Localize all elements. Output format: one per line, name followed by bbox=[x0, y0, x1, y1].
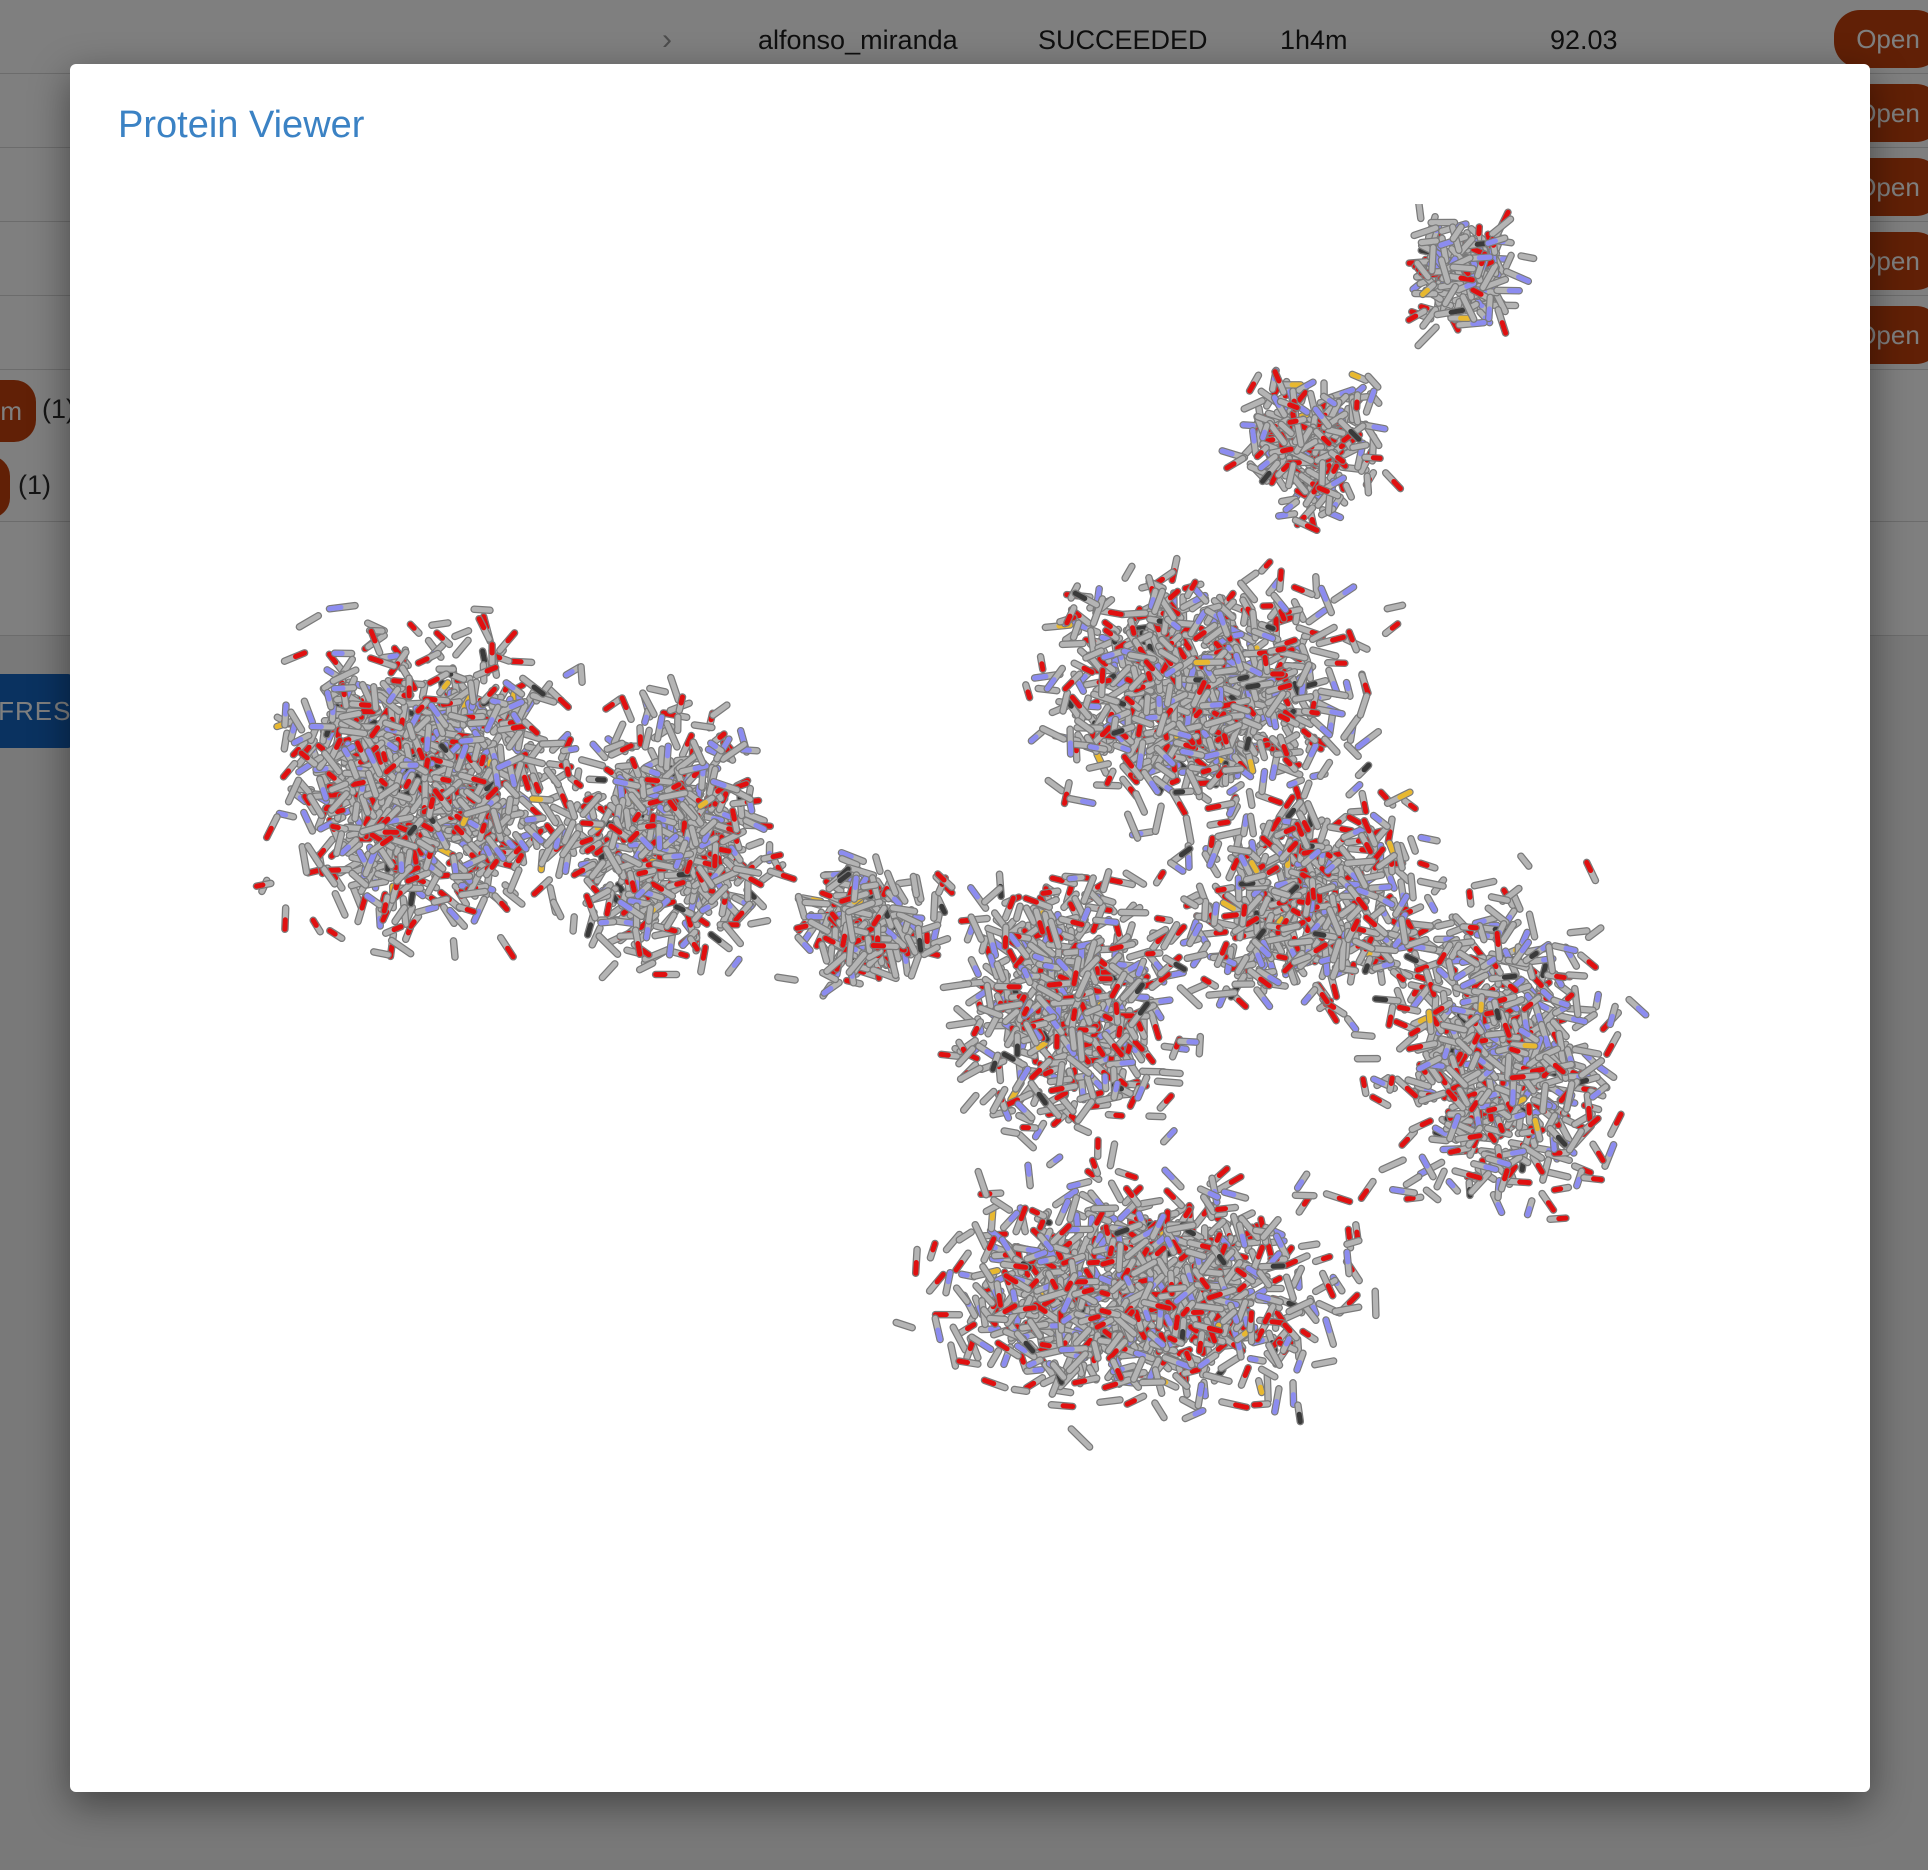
molecule-canvas[interactable] bbox=[70, 204, 1870, 1764]
protein-viewer-dialog: Protein Viewer bbox=[70, 64, 1870, 1792]
molecule-structure bbox=[252, 204, 1650, 1451]
dialog-title: Protein Viewer bbox=[118, 104, 365, 146]
